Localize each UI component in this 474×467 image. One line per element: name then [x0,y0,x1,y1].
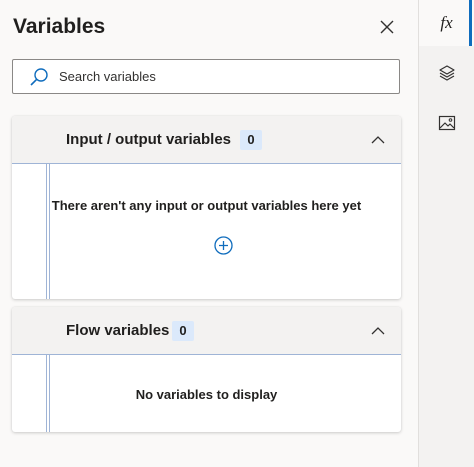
chevron-up-icon [371,136,385,144]
variables-panel: Variables Input / output variables 0 The… [0,0,418,467]
panel-title: Variables [13,15,106,38]
collapse-io-variables-button[interactable] [369,131,387,149]
io-variables-header[interactable]: Input / output variables 0 [12,116,401,164]
flow-variables-header[interactable]: Flow variables 0 [12,307,401,355]
close-icon [380,20,394,34]
search-icon [28,66,50,88]
right-sidebar: fx [418,0,474,467]
chevron-up-icon [371,327,385,335]
image-icon [438,115,455,131]
search-input[interactable] [59,69,359,84]
add-io-variable-button[interactable] [213,235,234,256]
function-icon: fx [440,13,453,32]
io-variables-label: Input / output variables [66,131,232,148]
sidebar-item-variables[interactable]: fx [419,0,474,46]
flow-variables-count-badge: 0 [172,320,194,341]
add-circle-icon [214,236,233,255]
close-button[interactable] [376,16,398,38]
search-box[interactable] [12,59,400,94]
io-variables-empty-message: There aren't any input or output variabl… [51,198,362,213]
layers-icon [438,65,455,81]
sidebar-item-ui-elements[interactable] [419,50,474,96]
collapse-flow-variables-button[interactable] [369,322,387,340]
io-variables-section: Input / output variables 0 There aren't … [12,116,401,299]
sidebar-item-images[interactable] [419,100,474,146]
flow-variables-section: Flow variables 0 No variables to display [12,307,401,432]
flow-variables-label: Flow variables [66,322,170,339]
flow-variables-empty-message: No variables to display [135,387,278,402]
io-variables-count-badge: 0 [240,129,262,150]
